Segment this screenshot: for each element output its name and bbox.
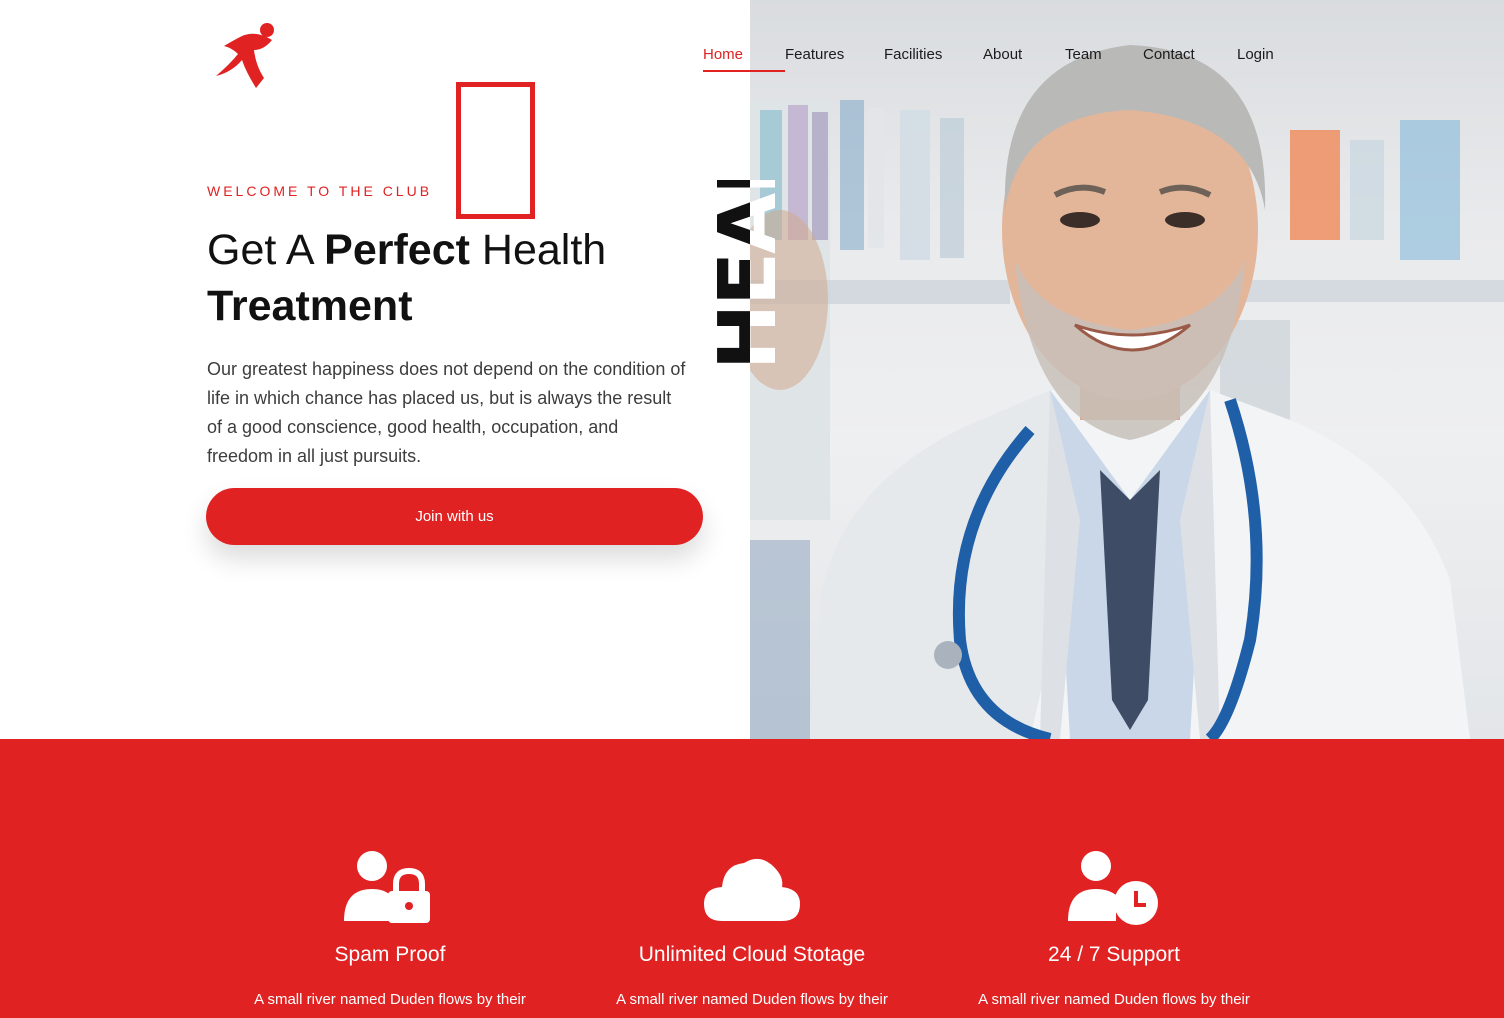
feature-card: Unlimited Cloud Stotage A small river na… [582,739,922,1008]
vertical-health-word: HEALTH HEALTH [711,180,783,370]
user-clock-icon [1068,851,1158,925]
headline-text-2: Health [469,226,607,274]
headline-bold-2: Treatment [207,282,413,330]
feature-card: 24 / 7 Support A small river named Duden… [944,739,1284,1008]
decorative-outline-rectangle [456,82,535,219]
feature-title: Spam Proof [334,943,446,966]
join-button[interactable]: Join with us [206,488,703,545]
hero-headline: Get A Perfect Health Treatment [207,222,727,334]
feature-card: Spam Proof A small river named Duden flo… [220,739,560,1008]
welcome-eyebrow: WELCOME TO THE CLUB [207,183,433,199]
user-lock-icon [344,851,430,923]
headline-bold-1: Perfect [324,226,470,274]
feature-title: 24 / 7 Support [1048,943,1180,966]
feature-text: A small river named Duden flows by their [616,991,888,1008]
headline-text-1: Get A [207,226,325,274]
nav-about[interactable]: About [983,44,1065,72]
running-figure-icon[interactable] [212,20,282,92]
feature-title: Unlimited Cloud Stotage [638,943,866,966]
cloud-icon [704,858,800,921]
nav-home[interactable]: Home [703,44,785,72]
feature-text: A small river named Duden flows by their [254,991,526,1008]
nav-login[interactable]: Login [1237,44,1297,72]
nav-team[interactable]: Team [1065,44,1143,72]
nav-features[interactable]: Features [785,44,884,72]
feature-text: A small river named Duden flows by their [978,991,1250,1008]
main-nav: Home Features Facilities About Team Cont… [703,44,1297,72]
nav-facilities[interactable]: Facilities [884,44,983,72]
nav-contact[interactable]: Contact [1143,44,1237,72]
hero-section: Home Features Facilities About Team Cont… [0,0,1504,739]
smiling-doctor-photo [750,0,1504,739]
hero-lead-paragraph: Our greatest happiness does not depend o… [207,359,686,466]
features-band: Spam Proof A small river named Duden flo… [0,739,1504,1018]
